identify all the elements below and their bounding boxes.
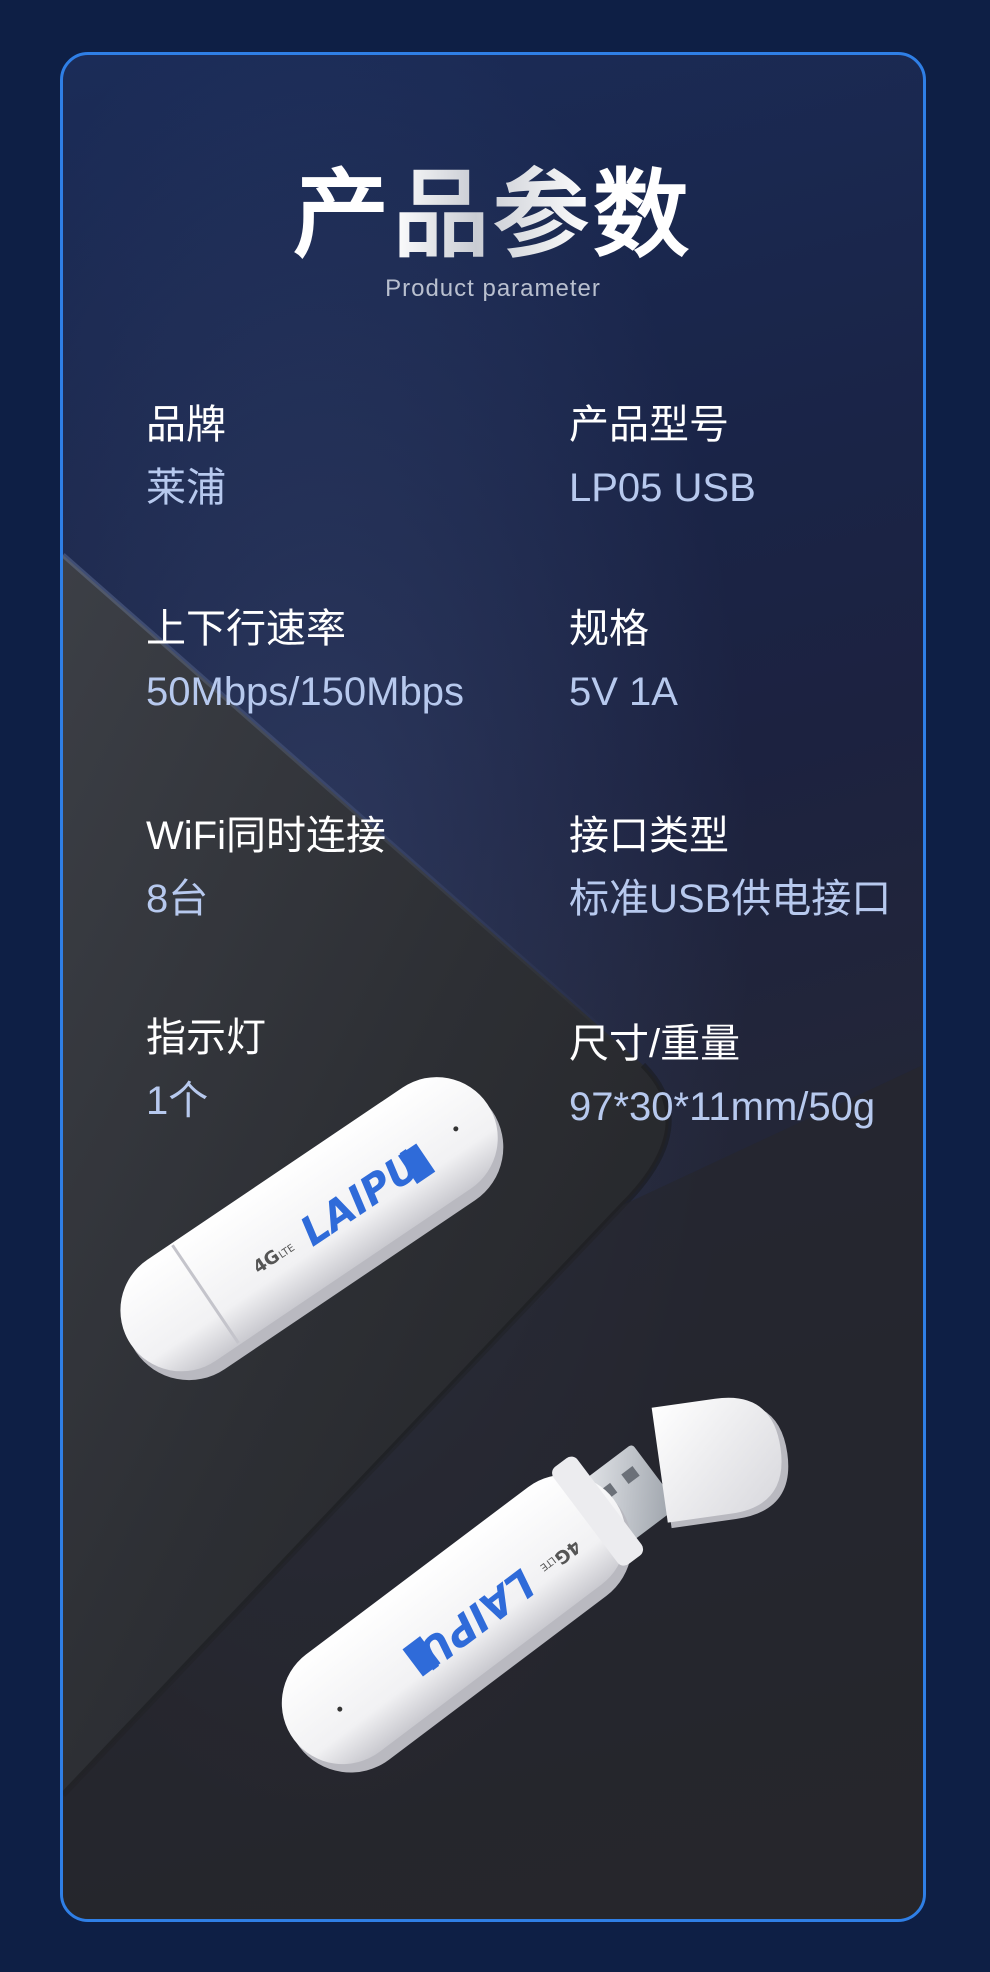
param-label: 指示灯: [146, 1016, 266, 1060]
parameter-card: 4G LTE LAIPU 4G LTE LAIPU 产品参数 Product p…: [60, 52, 926, 1922]
param-size-weight: 尺寸/重量 97*30*11mm/50g: [569, 1019, 923, 1132]
param-wifi: WiFi同时连接 8台: [146, 811, 546, 924]
param-speed: 上下行速率 50Mbps/150Mbps: [146, 604, 546, 717]
param-label: 上下行速率: [146, 607, 346, 651]
page-title: 产品参数: [63, 137, 923, 276]
param-indicator: 指示灯 1个: [146, 1013, 546, 1126]
param-label: 尺寸/重量: [569, 1022, 741, 1066]
page-subtitle: Product parameter: [385, 275, 601, 302]
param-label: 接口类型: [569, 814, 729, 858]
param-label: 品牌: [146, 403, 226, 447]
param-value: 1个: [146, 1079, 209, 1123]
param-brand: 品牌 莱浦: [146, 400, 546, 513]
card-stage: 4G LTE LAIPU 4G LTE LAIPU 产品参数 Product p…: [63, 55, 923, 1919]
param-value: 97*30*11mm/50g: [569, 1085, 876, 1129]
param-value: 50Mbps/150Mbps: [146, 670, 464, 714]
param-model: 产品型号 LP05 USB: [569, 400, 923, 513]
param-value: 8台: [146, 877, 209, 921]
param-spec: 规格 5V 1A: [569, 604, 923, 717]
param-value: 标准USB供电接口: [569, 877, 892, 921]
param-label: WiFi同时连接: [146, 814, 386, 858]
param-value: LP05 USB: [569, 466, 756, 510]
param-label: 规格: [569, 607, 649, 651]
param-interface: 接口类型 标准USB供电接口: [569, 811, 923, 924]
param-label: 产品型号: [569, 403, 729, 447]
product-scene: 4G LTE LAIPU 4G LTE LAIPU: [63, 55, 923, 1919]
param-value: 5V 1A: [569, 670, 678, 714]
param-value: 莱浦: [146, 466, 226, 510]
